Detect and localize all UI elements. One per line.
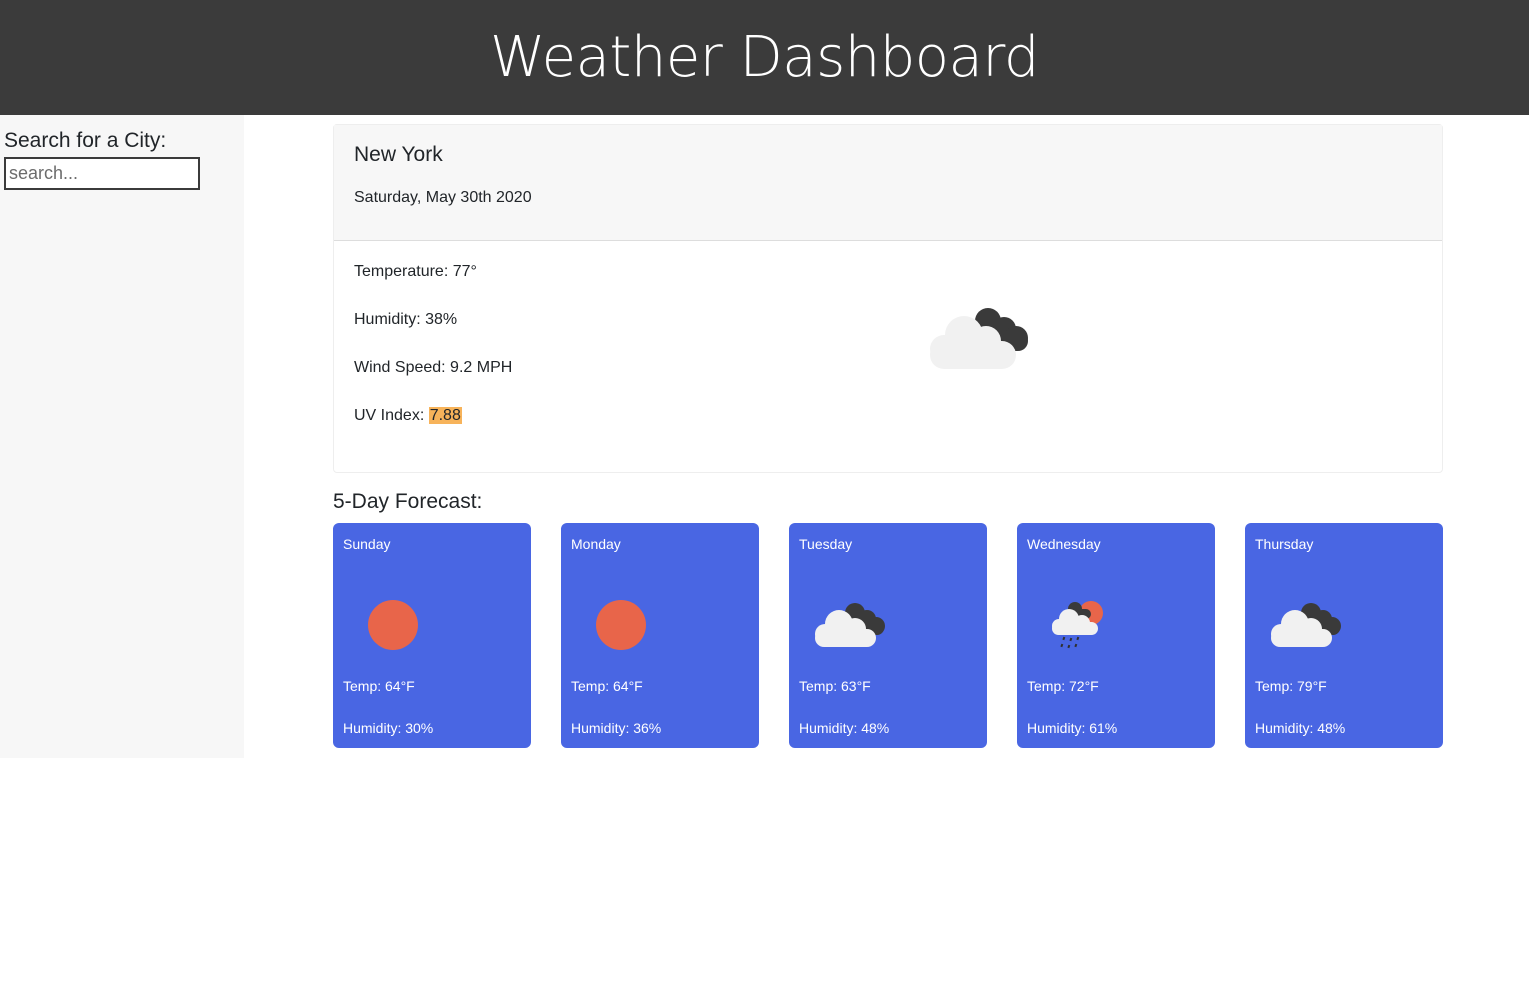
forecast-card-wednesday: Wednesday Temp: 72°F Humidity: 61% (1017, 523, 1215, 748)
forecast-day: Monday (571, 536, 621, 552)
forecast-day: Wednesday (1027, 536, 1101, 552)
rain-icon (1049, 597, 1129, 661)
forecast-humidity: Humidity: 48% (1255, 720, 1346, 736)
forecast-humidity: Humidity: 36% (571, 720, 662, 736)
sidebar: Search for a City: (0, 115, 244, 758)
current-weather-header: New York Saturday, May 30th 2020 (334, 125, 1442, 241)
current-wind-speed: Wind Speed: 9.2 MPH (354, 359, 513, 376)
forecast-temp: Temp: 79°F (1255, 678, 1327, 694)
cloudy-icon (1269, 599, 1349, 663)
forecast-day: Tuesday (799, 536, 853, 552)
forecast-card-sunday: Sunday Temp: 64°F Humidity: 30% (333, 523, 531, 748)
cloudy-icon (813, 599, 893, 663)
current-humidity: Humidity: 38% (354, 311, 458, 328)
current-date: Saturday, May 30th 2020 (354, 189, 532, 206)
forecast-humidity: Humidity: 30% (343, 720, 434, 736)
forecast-cards: Sunday Temp: 64°F Humidity: 30% Monday T… (333, 523, 1443, 748)
search-input[interactable] (4, 157, 200, 190)
current-temperature: Temperature: 77° (354, 263, 477, 280)
forecast-temp: Temp: 72°F (1027, 678, 1099, 694)
search-label: Search for a City: (4, 129, 167, 152)
sun-icon (357, 593, 437, 657)
forecast-temp: Temp: 63°F (799, 678, 871, 694)
forecast-humidity: Humidity: 48% (799, 720, 890, 736)
forecast-temp: Temp: 64°F (571, 678, 643, 694)
forecast-temp: Temp: 64°F (343, 678, 415, 694)
partly-cloudy-icon (926, 301, 1036, 376)
forecast-title: 5-Day Forecast: (333, 490, 483, 513)
forecast-card-thursday: Thursday Temp: 79°F Humidity: 48% (1245, 523, 1443, 748)
page-title: Weather Dashboard (490, 25, 1039, 90)
uv-index-label: UV Index: (354, 407, 429, 424)
forecast-card-tuesday: Tuesday Temp: 63°F Humidity: 48% (789, 523, 987, 748)
forecast-day: Thursday (1255, 536, 1314, 552)
sun-icon (585, 593, 665, 657)
current-weather-card: New York Saturday, May 30th 2020 Tempera… (333, 124, 1443, 473)
forecast-day: Sunday (343, 536, 391, 552)
city-name: New York (354, 143, 443, 166)
current-weather-body: Temperature: 77° Humidity: 38% Wind Spee… (334, 241, 1442, 477)
page-header: Weather Dashboard (0, 0, 1529, 115)
uv-index-badge: 7.88 (428, 407, 462, 424)
current-uv-index: UV Index: 7.88 (354, 407, 1422, 425)
forecast-card-monday: Monday Temp: 64°F Humidity: 36% (561, 523, 759, 748)
forecast-humidity: Humidity: 61% (1027, 720, 1118, 736)
